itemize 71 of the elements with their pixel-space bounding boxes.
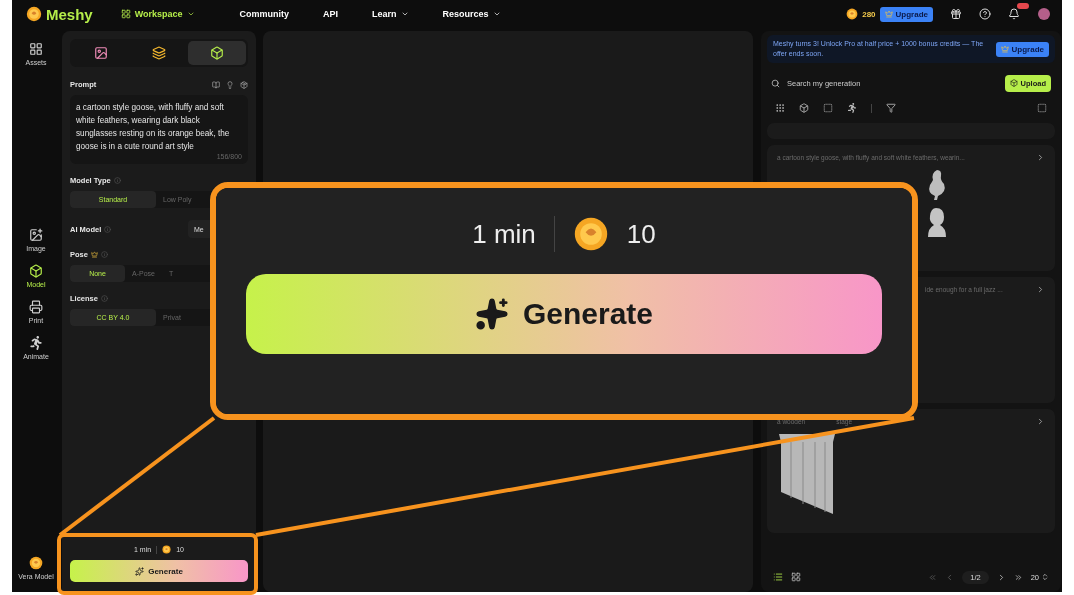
nav-link[interactable]: Community: [239, 9, 290, 19]
cube-icon: [1009, 79, 1018, 87]
generate-button[interactable]: Generate: [70, 560, 248, 582]
sparkles-icon: [135, 566, 145, 576]
credit-cost: 10: [626, 218, 656, 250]
layers-icon: [152, 46, 166, 60]
logo-icon: [26, 6, 42, 22]
running-figure-icon: [847, 103, 857, 113]
nav-link[interactable]: Workspace: [120, 9, 195, 19]
credit-count: 280: [862, 9, 876, 19]
coin-icon: [29, 556, 43, 570]
crown-icon: [90, 251, 98, 258]
logo-text: Meshy: [46, 5, 93, 23]
info-icon: [100, 295, 108, 302]
running-figure-icon: [29, 336, 43, 350]
view-toggle[interactable]: [791, 572, 801, 582]
cube-icon: [799, 103, 809, 113]
square-icon: [1037, 103, 1047, 113]
filter-button[interactable]: [775, 103, 785, 113]
chevron-right-icon: [1036, 285, 1045, 294]
printer-icon: [29, 300, 43, 314]
nav-link[interactable]: API: [323, 9, 339, 19]
grid-icon: [29, 42, 43, 56]
notification-badge: [1017, 3, 1029, 9]
caret-icon: [400, 10, 409, 18]
chevron-right-icon: [1036, 417, 1045, 426]
crown-icon: [1000, 45, 1009, 53]
cube-icon: [210, 46, 224, 60]
caret-icon: [186, 10, 195, 18]
crown-icon: [884, 10, 893, 18]
coin-icon: [162, 545, 172, 554]
box-icon: [240, 80, 248, 89]
cube-icon: [29, 264, 43, 278]
filter-icon: [886, 103, 896, 113]
filter-button[interactable]: [886, 103, 896, 113]
generate-button[interactable]: Generate: [246, 274, 882, 354]
gift-icon[interactable]: [950, 8, 962, 20]
search-icon: [771, 78, 780, 88]
bell-icon[interactable]: [1008, 8, 1020, 20]
grid-icon: [791, 572, 801, 582]
caret-icon: [492, 10, 501, 18]
filter-button[interactable]: [799, 103, 809, 113]
image-plus-icon: [29, 228, 43, 242]
filter-button[interactable]: [847, 103, 857, 113]
coin-icon: [846, 8, 859, 20]
nav-link[interactable]: Learn: [372, 9, 409, 19]
dots-grid-icon: [775, 103, 785, 113]
sparkles-icon: [474, 297, 509, 331]
upgrade-button[interactable]: Upgrade: [879, 6, 933, 22]
info-icon: [100, 251, 108, 258]
info-icon: [113, 177, 121, 184]
select-button[interactable]: [1037, 103, 1047, 113]
lightbulb-icon: [226, 80, 234, 89]
time-estimate: 1 min: [472, 218, 536, 250]
chevron-right-icon: [1036, 153, 1045, 162]
up-down-arrows-icon: [1041, 573, 1049, 581]
avatar[interactable]: [1038, 8, 1050, 20]
list-icon: [773, 572, 783, 582]
nav-link[interactable]: Resources: [442, 9, 501, 19]
help-icon[interactable]: [979, 8, 991, 20]
coin-icon: [572, 216, 609, 252]
grid-icon: [120, 9, 131, 19]
last-page-button[interactable]: [1013, 572, 1023, 582]
mode-tab[interactable]: [188, 41, 246, 65]
image-icon: [94, 46, 108, 60]
model-thumbnail: [927, 168, 947, 202]
view-toggle[interactable]: [773, 572, 783, 582]
upgrade-button[interactable]: Upgrade: [995, 41, 1049, 57]
info-icon: [104, 225, 112, 233]
book-icon: [212, 80, 220, 89]
model-thumbnail: [927, 206, 947, 238]
